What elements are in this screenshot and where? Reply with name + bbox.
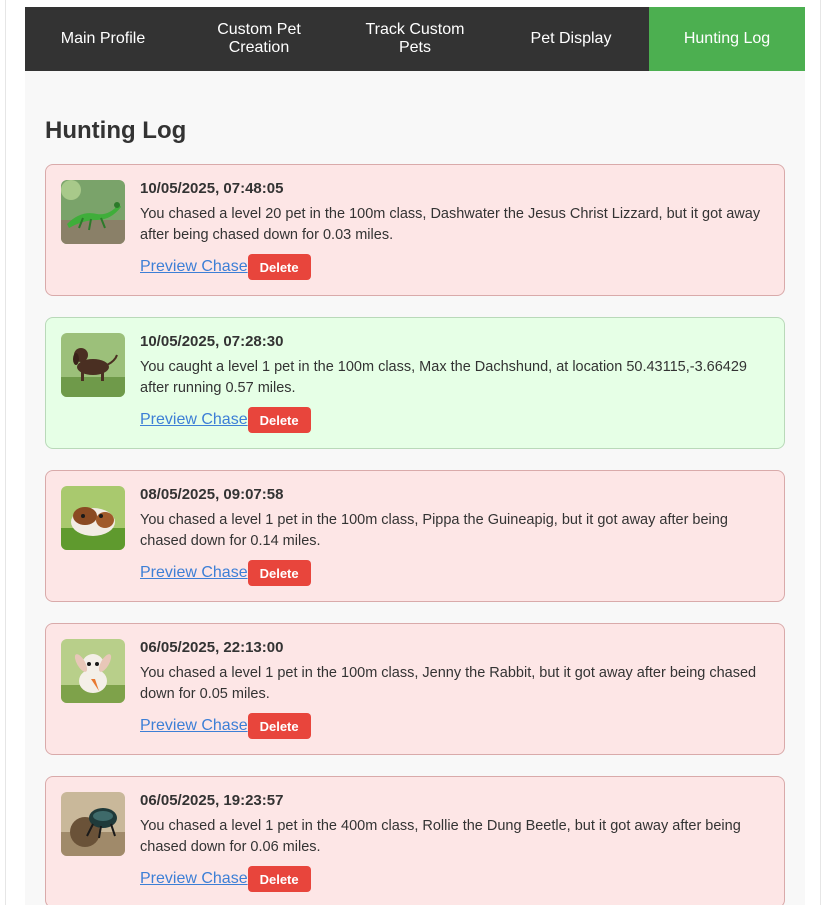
entry-message: You chased a level 1 pet in the 100m cla… (140, 665, 757, 702)
entry-message: You chased a level 20 pet in the 100m cl… (140, 206, 761, 243)
nav-pet-display[interactable]: Pet Display (493, 7, 649, 71)
preview-chase-link[interactable]: Preview Chase (140, 258, 248, 276)
delete-button[interactable]: Delete (247, 866, 311, 892)
entry-message: You chased a level 1 pet in the 400m cla… (140, 818, 741, 855)
delete-button[interactable]: Delete (247, 560, 311, 586)
entry-body: 10/05/2025, 07:48:05 You chased a level … (140, 180, 770, 246)
nav-custom-pet-creation[interactable]: Custom Pet Creation (181, 7, 337, 71)
entry-body: 06/05/2025, 22:13:00 You chased a level … (140, 639, 770, 705)
hunting-log-list: 10/05/2025, 07:48:05 You chased a level … (45, 164, 785, 905)
entry-timestamp: 06/05/2025, 22:13:00 (140, 639, 284, 656)
delete-button[interactable]: Delete (247, 713, 311, 739)
entry-body: 10/05/2025, 07:28:30 You caught a level … (140, 333, 770, 399)
preview-chase-link[interactable]: Preview Chase (140, 870, 248, 888)
entry-timestamp: 10/05/2025, 07:28:30 (140, 333, 284, 350)
rabbit-image (61, 639, 125, 703)
entry-actions: Preview Chase Delete (140, 866, 311, 892)
entry-actions: Preview Chase Delete (140, 713, 311, 739)
page-title: Hunting Log (45, 117, 187, 144)
nav-track-custom-pets[interactable]: Track Custom Pets (337, 7, 493, 71)
top-nav: Main Profile Custom Pet Creation Track C… (25, 7, 805, 71)
main-content: Hunting Log 10/05/2025, 07:48:05 You cha… (25, 71, 805, 905)
log-entry: 10/05/2025, 07:28:30 You caught a level … (45, 317, 785, 449)
nav-main-profile[interactable]: Main Profile (25, 7, 181, 71)
dachshund-image (61, 333, 125, 397)
entry-timestamp: 06/05/2025, 19:23:57 (140, 792, 284, 809)
nav-hunting-log[interactable]: Hunting Log (649, 7, 805, 71)
log-entry: 06/05/2025, 22:13:00 You chased a level … (45, 623, 785, 755)
log-entry: 06/05/2025, 19:23:57 You chased a level … (45, 776, 785, 905)
entry-message: You chased a level 1 pet in the 100m cla… (140, 512, 728, 549)
preview-chase-link[interactable]: Preview Chase (140, 411, 248, 429)
delete-button[interactable]: Delete (247, 254, 311, 280)
entry-actions: Preview Chase Delete (140, 560, 311, 586)
entry-body: 08/05/2025, 09:07:58 You chased a level … (140, 486, 770, 552)
guineapig-image (61, 486, 125, 550)
entry-timestamp: 08/05/2025, 09:07:58 (140, 486, 284, 503)
entry-body: 06/05/2025, 19:23:57 You chased a level … (140, 792, 770, 858)
entry-message: You caught a level 1 pet in the 100m cla… (140, 359, 747, 396)
entry-actions: Preview Chase Delete (140, 254, 311, 280)
entry-timestamp: 10/05/2025, 07:48:05 (140, 180, 284, 197)
entry-actions: Preview Chase Delete (140, 407, 311, 433)
log-entry: 10/05/2025, 07:48:05 You chased a level … (45, 164, 785, 296)
log-entry: 08/05/2025, 09:07:58 You chased a level … (45, 470, 785, 602)
preview-chase-link[interactable]: Preview Chase (140, 564, 248, 582)
lizard-image (61, 180, 125, 244)
beetle-image (61, 792, 125, 856)
delete-button[interactable]: Delete (247, 407, 311, 433)
preview-chase-link[interactable]: Preview Chase (140, 717, 248, 735)
